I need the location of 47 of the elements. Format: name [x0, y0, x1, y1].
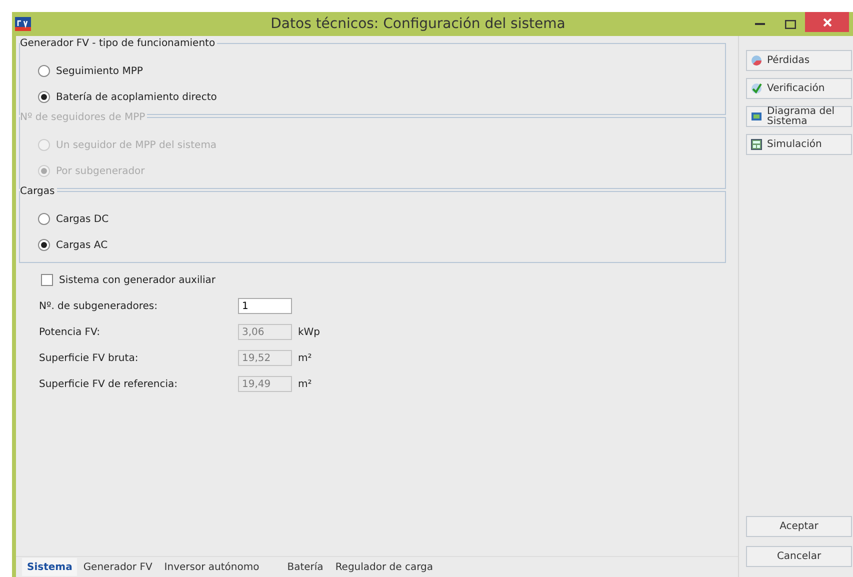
- app-icon: [15, 17, 31, 31]
- side-button[interactable]: Pérdidas: [746, 50, 852, 71]
- input-field[interactable]: 1: [238, 298, 292, 314]
- calculator-icon: [751, 139, 762, 150]
- dialog-button[interactable]: Aceptar: [746, 516, 852, 537]
- tab[interactable]: Inversor autónomo: [158, 558, 266, 576]
- unit-label: kWp: [298, 326, 320, 338]
- radio-label: Por subgenerador: [56, 166, 145, 176]
- field-label: Superficie FV bruta:: [39, 352, 140, 364]
- radio-button[interactable]: [38, 213, 50, 225]
- group-title: Nº de seguidores de MPP: [20, 112, 148, 123]
- side-button[interactable]: Verificación: [746, 78, 852, 99]
- unit-label: m²: [298, 352, 312, 364]
- radio-button[interactable]: [38, 91, 50, 103]
- pie-chart-icon: [751, 55, 762, 66]
- group-title: Cargas: [20, 186, 57, 197]
- unit-label: m²: [298, 378, 312, 390]
- side-button[interactable]: Simulación: [746, 134, 852, 155]
- radio-label: Seguimiento MPP: [56, 66, 143, 76]
- input-field: 19,49: [238, 376, 292, 392]
- radio-label: Batería de acoplamiento directo: [56, 92, 217, 102]
- tab[interactable]: Generador FV: [77, 558, 158, 576]
- close-button[interactable]: [805, 12, 849, 32]
- input-field: 3,06: [238, 324, 292, 340]
- radio-button[interactable]: [38, 65, 50, 77]
- radio-label: Cargas DC: [56, 214, 109, 224]
- tab[interactable]: Regulador de carga: [329, 558, 440, 576]
- radio-label: Un seguidor de MPP del sistema: [56, 140, 217, 150]
- radio-button[interactable]: [38, 239, 50, 251]
- dialog-button[interactable]: Cancelar: [746, 546, 852, 567]
- checkmark-icon: [751, 83, 762, 94]
- field-label: Superficie FV de referencia:: [39, 378, 179, 390]
- input-field: 19,52: [238, 350, 292, 366]
- side-button[interactable]: Diagrama del Sistema: [746, 106, 852, 127]
- field-label: Potencia FV:: [39, 326, 101, 338]
- maximize-icon: [784, 20, 796, 28]
- checkbox-label: Sistema con generador auxiliar: [59, 274, 216, 286]
- close-icon: [822, 18, 832, 26]
- group-title: Generador FV - tipo de funcionamiento: [20, 38, 218, 49]
- minimize-icon: [755, 22, 765, 26]
- picture-icon: [751, 111, 762, 122]
- checkbox[interactable]: [41, 274, 53, 286]
- radio-label: Cargas AC: [56, 240, 108, 250]
- field-label: Nº. de subgeneradores:: [39, 300, 158, 312]
- window-title: Datos técnicos: Configuración del sistema: [270, 16, 566, 32]
- tab[interactable]: Sistema: [22, 558, 78, 576]
- tab[interactable]: Batería: [281, 558, 330, 576]
